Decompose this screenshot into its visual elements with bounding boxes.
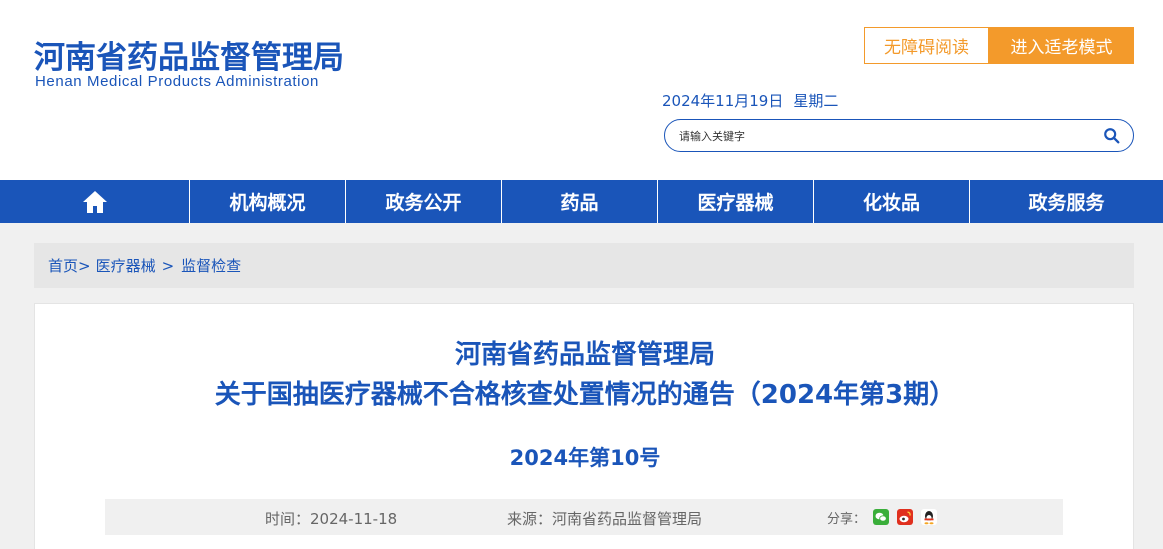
- current-date: 2024年11月19日 星期二: [662, 90, 848, 111]
- search-box: [664, 119, 1134, 152]
- nav-item-government-affairs[interactable]: 政务公开: [346, 180, 502, 223]
- date-text: 2024年11月19日: [662, 92, 784, 110]
- breadcrumb-separator: >: [161, 256, 175, 275]
- elder-mode-button[interactable]: 进入适老模式: [989, 27, 1134, 64]
- breadcrumb-home[interactable]: 首页>: [48, 255, 91, 276]
- weekday-text: 星期二: [793, 92, 839, 110]
- article-title-line2: 关于国抽医疗器械不合格核查处置情况的通告（2024年第3期）: [214, 380, 956, 410]
- home-icon: [82, 190, 107, 213]
- nav-item-government-services[interactable]: 政务服务: [970, 180, 1163, 223]
- accessible-reading-button[interactable]: 无障碍阅读: [864, 27, 989, 64]
- publish-time: 时间：2024-11-18: [265, 510, 398, 528]
- nav-item-organization[interactable]: 机构概况: [190, 180, 346, 223]
- article-panel: 河南省药品监督管理局 关于国抽医疗器械不合格核查处置情况的通告（2024年第3期…: [34, 303, 1134, 549]
- logo-title-cn[interactable]: 河南省药品监督管理局: [34, 32, 344, 77]
- article-meta-bar: 时间：2024-11-18 来源：河南省药品监督管理局 分享：: [105, 499, 1063, 535]
- document-number: 2024年第10号: [509, 446, 661, 470]
- qq-share-icon[interactable]: [921, 509, 937, 525]
- logo-title-en[interactable]: Henan Medical Products Administration: [35, 73, 319, 90]
- article-title-line1: 河南省药品监督管理局: [454, 340, 715, 370]
- nav-home[interactable]: [0, 180, 190, 223]
- article-source: 来源：河南省药品监督管理局: [507, 510, 703, 528]
- search-icon[interactable]: [1103, 127, 1121, 145]
- nav-item-cosmetics[interactable]: 化妆品: [814, 180, 970, 223]
- share-label: 分享：: [827, 512, 867, 527]
- search-input[interactable]: [679, 126, 1089, 146]
- wechat-share-icon[interactable]: [873, 509, 889, 525]
- nav-item-medical-devices[interactable]: 医疗器械: [658, 180, 814, 223]
- nav-item-drugs[interactable]: 药品: [502, 180, 658, 223]
- breadcrumb-supervision[interactable]: 监督检查: [181, 255, 241, 276]
- main-nav: 机构概况 政务公开 药品 医疗器械 化妆品 政务服务: [0, 180, 1163, 223]
- breadcrumb: 首页> 医疗器械 > 监督检查: [34, 243, 1134, 288]
- site-header: 河南省药品监督管理局 Henan Medical Products Admini…: [0, 0, 1163, 180]
- breadcrumb-medical-devices[interactable]: 医疗器械: [96, 255, 156, 276]
- weibo-share-icon[interactable]: [897, 509, 913, 525]
